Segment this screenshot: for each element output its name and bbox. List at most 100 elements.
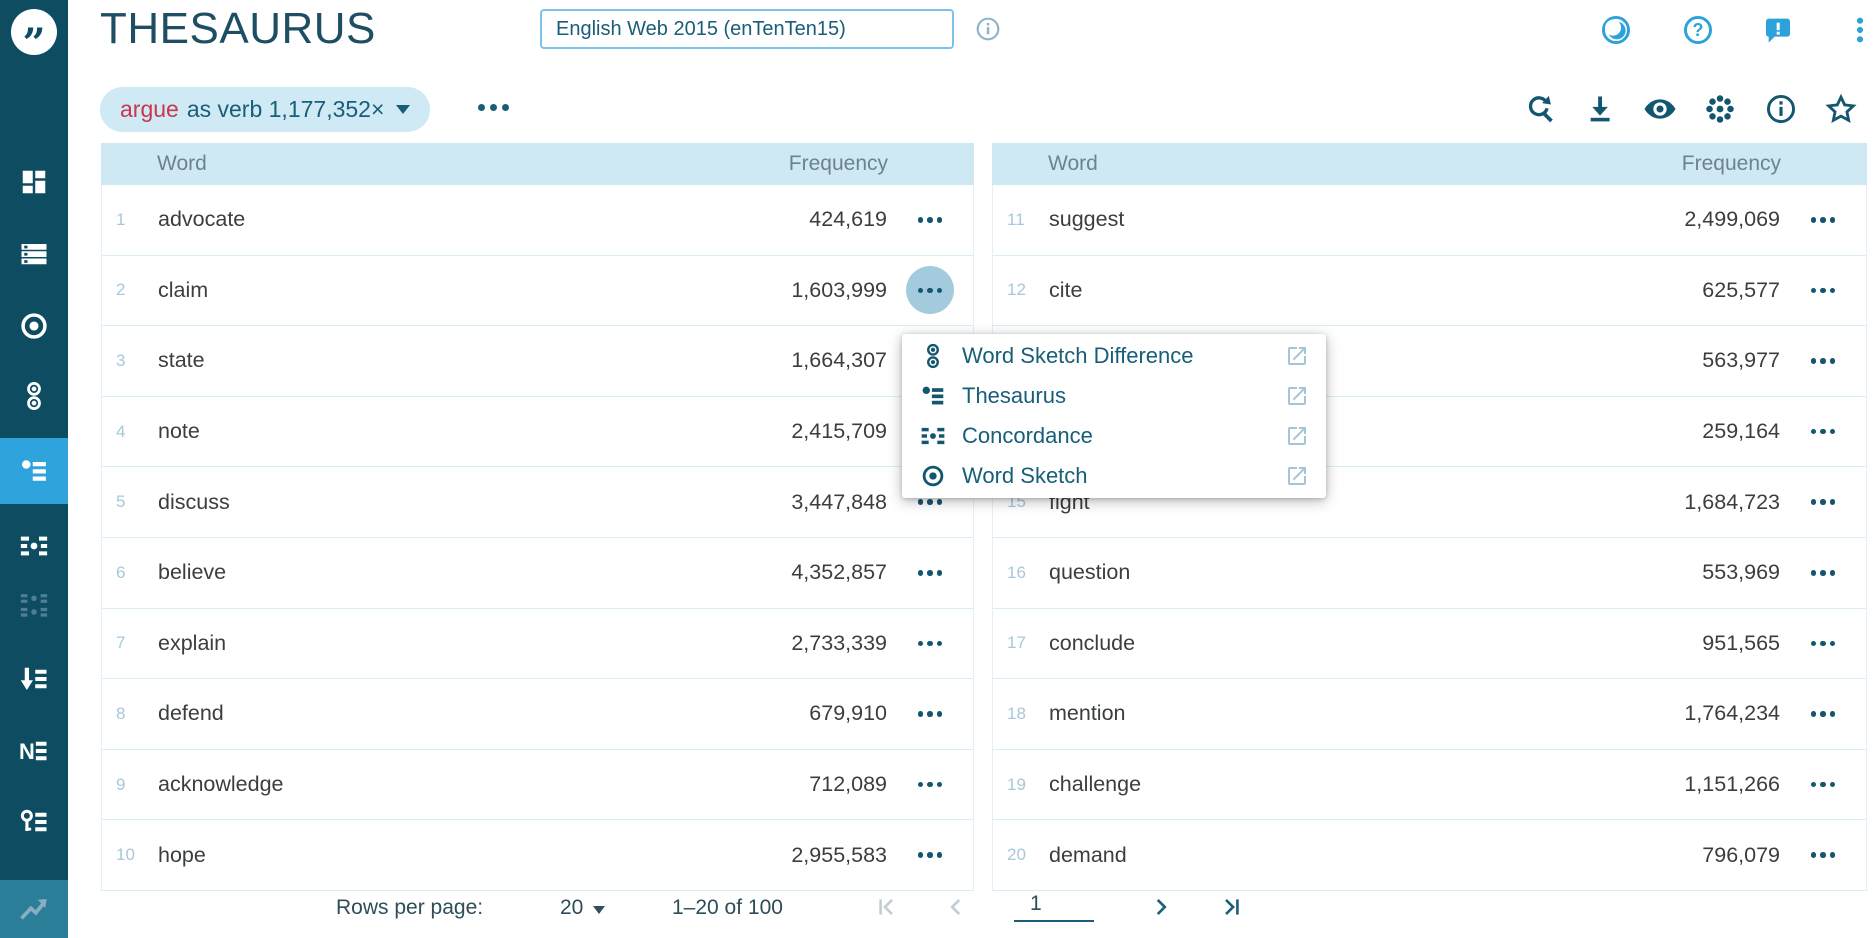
frequency-cell: 259,164	[1702, 419, 1780, 444]
search-again-icon	[1524, 93, 1556, 125]
first-page-button[interactable]	[872, 893, 900, 921]
next-page-button[interactable]	[1147, 893, 1175, 921]
word-cell[interactable]: challenge	[1049, 772, 1684, 797]
favorite-button[interactable]	[1824, 92, 1858, 126]
frequency-cell: 563,977	[1702, 348, 1780, 373]
thesaurus-icon	[918, 383, 948, 409]
word-cell[interactable]: advocate	[158, 207, 809, 232]
concordance-icon	[918, 423, 948, 449]
frequency-cell: 2,499,069	[1684, 207, 1780, 232]
external-link-icon[interactable]	[1284, 464, 1310, 488]
row-menu-button[interactable]	[906, 266, 954, 314]
word-cell[interactable]: mention	[1049, 701, 1684, 726]
corpus-info-icon[interactable]	[975, 16, 1001, 47]
word-cell[interactable]: discuss	[158, 490, 791, 515]
row-menu-button[interactable]	[1799, 619, 1847, 667]
row-menu-button[interactable]	[1799, 478, 1847, 526]
table-row: 6 believe 4,352,857	[102, 538, 973, 609]
page-number-input[interactable]	[1014, 888, 1094, 922]
rows-per-page-select[interactable]: 20	[560, 896, 605, 920]
menu-item-thesaurus[interactable]: Thesaurus	[902, 376, 1326, 416]
previous-page-button[interactable]	[942, 893, 970, 921]
logo-quotes-icon: ”	[22, 24, 45, 55]
ellipsis-icon	[918, 499, 943, 505]
dark-mode-toggle[interactable]	[1599, 13, 1633, 47]
corpus-selector[interactable]: English Web 2015 (enTenTen15)	[540, 9, 954, 49]
word-cell[interactable]: explain	[158, 631, 791, 656]
word-sketch-icon	[918, 463, 948, 489]
row-menu-button[interactable]	[1799, 196, 1847, 244]
menu-item-word-sketch-difference[interactable]: Word Sketch Difference	[902, 336, 1326, 376]
row-menu-button[interactable]	[1799, 831, 1847, 879]
row-menu-button[interactable]	[1799, 761, 1847, 809]
word-cell[interactable]: acknowledge	[158, 772, 809, 797]
query-chip[interactable]: argue as verb 1,177,352×	[100, 87, 430, 132]
row-menu-button[interactable]	[906, 690, 954, 738]
sidebar-item-keywords[interactable]	[0, 789, 68, 855]
row-number: 4	[116, 422, 146, 442]
table-row: 11 suggest 2,499,069	[993, 185, 1866, 256]
word-cell[interactable]: hope	[158, 843, 791, 868]
row-number: 9	[116, 775, 146, 795]
frequency-cell: 625,577	[1702, 278, 1780, 303]
sidebar-item-thesaurus[interactable]	[0, 438, 68, 504]
word-cell[interactable]: cite	[1049, 278, 1702, 303]
sidebar-item-dashboard[interactable]	[0, 149, 68, 215]
overflow-menu-button[interactable]	[1843, 13, 1873, 47]
menu-item-word-sketch[interactable]: Word Sketch	[902, 456, 1326, 496]
row-menu-button[interactable]	[906, 761, 954, 809]
word-cell[interactable]: suggest	[1049, 207, 1684, 232]
word-cell[interactable]: defend	[158, 701, 809, 726]
sidebar-item-word-sketch[interactable]	[0, 293, 68, 359]
sidebar-item-word-list[interactable]	[0, 221, 68, 287]
sidebar: ”	[0, 0, 68, 938]
table-row: 19 challenge 1,151,266	[993, 750, 1866, 821]
table-row: 16 question 553,969	[993, 538, 1866, 609]
word-cell[interactable]: state	[158, 348, 791, 373]
word-cell[interactable]: claim	[158, 278, 791, 303]
external-link-icon[interactable]	[1284, 344, 1310, 368]
thesaurus-app: ”	[0, 0, 1873, 938]
table-row: 20 demand 796,079	[993, 820, 1866, 891]
frequency-cell: 1,603,999	[791, 278, 887, 303]
row-menu-button[interactable]	[906, 619, 954, 667]
sketch-engine-logo[interactable]: ”	[11, 9, 57, 55]
row-menu-button[interactable]	[1799, 337, 1847, 385]
row-menu-button[interactable]	[1799, 266, 1847, 314]
rows-per-page-label: Rows per page:	[336, 896, 483, 920]
row-menu-button[interactable]	[1799, 690, 1847, 738]
download-button[interactable]	[1583, 92, 1617, 126]
sidebar-item-parallel-concordance[interactable]	[0, 573, 68, 639]
sidebar-item-ngrams[interactable]: N	[0, 718, 68, 784]
sidebar-item-concordance[interactable]	[0, 513, 68, 579]
sidebar-item-frequency[interactable]	[0, 646, 68, 712]
frequency-cell: 424,619	[809, 207, 887, 232]
row-menu-button[interactable]	[906, 831, 954, 879]
word-cell[interactable]: question	[1049, 560, 1702, 585]
word-cell[interactable]: conclude	[1049, 631, 1702, 656]
search-again-button[interactable]	[1523, 92, 1557, 126]
result-info-button[interactable]	[1764, 92, 1798, 126]
frequency-cell: 2,955,583	[791, 843, 887, 868]
word-cell[interactable]: demand	[1049, 843, 1702, 868]
frequency-cell: 1,151,266	[1684, 772, 1780, 797]
view-options-button[interactable]	[1643, 92, 1677, 126]
query-options-button[interactable]	[478, 104, 509, 111]
external-link-icon[interactable]	[1284, 384, 1310, 408]
ellipsis-icon	[918, 782, 943, 788]
last-page-button[interactable]	[1218, 893, 1246, 921]
row-menu-button[interactable]	[1799, 408, 1847, 456]
word-cell[interactable]: note	[158, 419, 791, 444]
row-menu-button[interactable]	[1799, 549, 1847, 597]
row-menu-button[interactable]	[906, 196, 954, 244]
help-icon: ?	[1682, 14, 1714, 46]
next-page-icon	[1148, 894, 1174, 920]
feedback-button[interactable]	[1761, 13, 1795, 47]
row-menu-button[interactable]	[906, 549, 954, 597]
external-link-icon[interactable]	[1284, 424, 1310, 448]
sidebar-item-word-sketch-difference[interactable]	[0, 363, 68, 429]
visualization-button[interactable]	[1703, 92, 1737, 126]
help-button[interactable]: ?	[1681, 13, 1715, 47]
word-cell[interactable]: believe	[158, 560, 791, 585]
menu-item-concordance[interactable]: Concordance	[902, 416, 1326, 456]
